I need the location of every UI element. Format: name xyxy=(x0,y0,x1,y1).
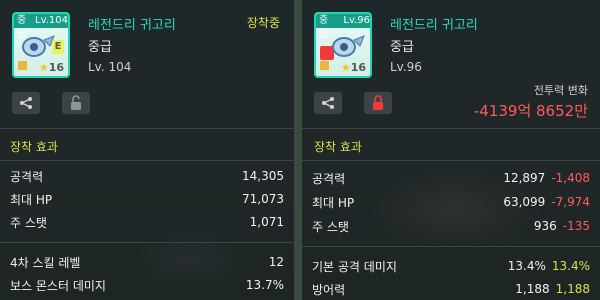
stat-diff: 13.4% xyxy=(551,259,590,273)
stat-diff: 1,188 xyxy=(555,282,590,296)
stat-row: 최대 HP 71,073 xyxy=(10,189,284,209)
potential-square xyxy=(320,61,329,70)
stat-row: 기본 공격 데미지 13.4% 13.4% xyxy=(312,256,590,276)
item-level: Lv. 104 xyxy=(88,60,132,74)
stat-label: 공격력 xyxy=(10,169,44,184)
stat-value: 12,897 xyxy=(503,171,546,185)
stat-diff: -135 xyxy=(562,219,590,233)
stat-label: 공격력 xyxy=(312,171,346,186)
divider-line xyxy=(0,128,294,129)
power-change-label: 전투력 변화 xyxy=(533,84,588,97)
stat-diff: -1,408 xyxy=(551,171,590,185)
compare-item-panel: 중급 Lv.96 ★16 레전드리 귀고리 중급 Lv.96 전투력 변화 -4… xyxy=(302,0,600,300)
stat-values: 1,188 1,188 xyxy=(515,282,590,296)
card-level-text: Lv.104 xyxy=(35,15,68,26)
share-icon xyxy=(322,97,334,109)
star-icon: ★ xyxy=(340,61,351,74)
card-level-text: Lv.96 xyxy=(343,15,370,26)
stat-value: 1,071 xyxy=(249,215,284,229)
stat-value: 13.4% xyxy=(507,259,546,273)
stat-value: 14,305 xyxy=(242,169,284,183)
stat-values: 12,897 -1,408 xyxy=(503,171,590,185)
stat-values: 63,099 -7,974 xyxy=(503,195,590,209)
stat-row: 주 스탯 936 -135 xyxy=(312,216,590,236)
unlock-button[interactable] xyxy=(62,92,90,114)
stat-value: 13.7% xyxy=(245,278,284,292)
item-grade-tag: 중급 Lv.104 xyxy=(14,14,68,40)
stat-row: 공격력 14,305 xyxy=(10,166,284,186)
share-icon xyxy=(20,97,32,109)
earring-icon xyxy=(22,35,55,57)
stat-value: 71,073 xyxy=(242,192,284,206)
stat-label: 기본 공격 데미지 xyxy=(312,259,397,274)
stat-row: 4차 스킬 레벨 12 xyxy=(10,252,284,272)
stat-label: 주 스탯 xyxy=(312,219,349,234)
item-grade: 중급 xyxy=(88,40,112,55)
earring-icon xyxy=(332,35,365,57)
stat-label: 최대 HP xyxy=(10,192,53,207)
star-force: ★16 xyxy=(39,61,64,74)
grade-tag-text: 중급 xyxy=(17,15,27,40)
potential-square xyxy=(18,61,27,70)
stat-label: 최대 HP xyxy=(312,195,355,210)
stat-value: 12 xyxy=(268,255,284,269)
star-icon: ★ xyxy=(38,61,49,74)
unlock-icon xyxy=(71,95,81,110)
stat-row: 보스 몬스터 데미지 13.7% xyxy=(10,275,284,295)
item-icon-card[interactable]: 중급 Lv.104 E ★16 xyxy=(12,12,70,78)
stat-diff: -7,974 xyxy=(551,195,590,209)
equipped-status: 장착중 xyxy=(246,16,280,30)
share-button[interactable] xyxy=(314,92,342,114)
equipped-item-panel: 중급 Lv.104 E ★16 레전드리 귀고리 장착중 중급 Lv. 104 xyxy=(0,0,294,300)
power-change-value: -4139억 8652만 xyxy=(473,102,588,120)
stat-value: 936 xyxy=(533,219,557,233)
divider-line xyxy=(0,160,294,161)
stat-values: 936 -135 xyxy=(534,219,590,233)
section-title-equip-effect: 장착 효과 xyxy=(10,140,58,154)
stat-value: 63,099 xyxy=(503,195,546,209)
star-count: 16 xyxy=(350,61,366,74)
divider-line xyxy=(302,160,600,161)
item-icon-card[interactable]: 중급 Lv.96 ★16 xyxy=(314,12,372,78)
stat-values: 13.4% 13.4% xyxy=(508,259,590,273)
share-button[interactable] xyxy=(12,92,40,114)
equipped-e-badge: E xyxy=(52,40,64,54)
stat-label: 방어력 xyxy=(312,282,346,297)
panel-divider xyxy=(294,0,302,300)
stat-value: 1,188 xyxy=(515,282,550,296)
stat-label: 주 스탯 xyxy=(10,215,47,230)
star-count: 16 xyxy=(48,61,64,74)
divider-line xyxy=(302,128,600,129)
stat-label: 보스 몬스터 데미지 xyxy=(10,278,106,293)
item-name: 레전드리 귀고리 xyxy=(390,18,478,33)
stat-row: 최대 HP 63,099 -7,974 xyxy=(312,192,590,212)
stat-row: 공격력 12,897 -1,408 xyxy=(312,168,590,188)
star-force: ★16 xyxy=(341,61,366,74)
stat-label: 4차 스킬 레벨 xyxy=(10,255,81,270)
divider-line xyxy=(302,246,600,247)
stat-row: 방어력 1,188 1,188 xyxy=(312,279,590,299)
section-title-equip-effect: 장착 효과 xyxy=(314,140,362,154)
lock-button[interactable] xyxy=(364,92,392,114)
lock-icon xyxy=(373,95,383,110)
divider-line xyxy=(0,242,294,243)
grade-tag-text: 중급 xyxy=(319,15,329,40)
item-name: 레전드리 귀고리 xyxy=(88,18,176,33)
item-level: Lv.96 xyxy=(390,60,422,74)
stat-row: 주 스탯 1,071 xyxy=(10,212,284,232)
item-grade-tag: 중급 Lv.96 xyxy=(316,14,370,40)
item-grade: 중급 xyxy=(390,40,414,55)
